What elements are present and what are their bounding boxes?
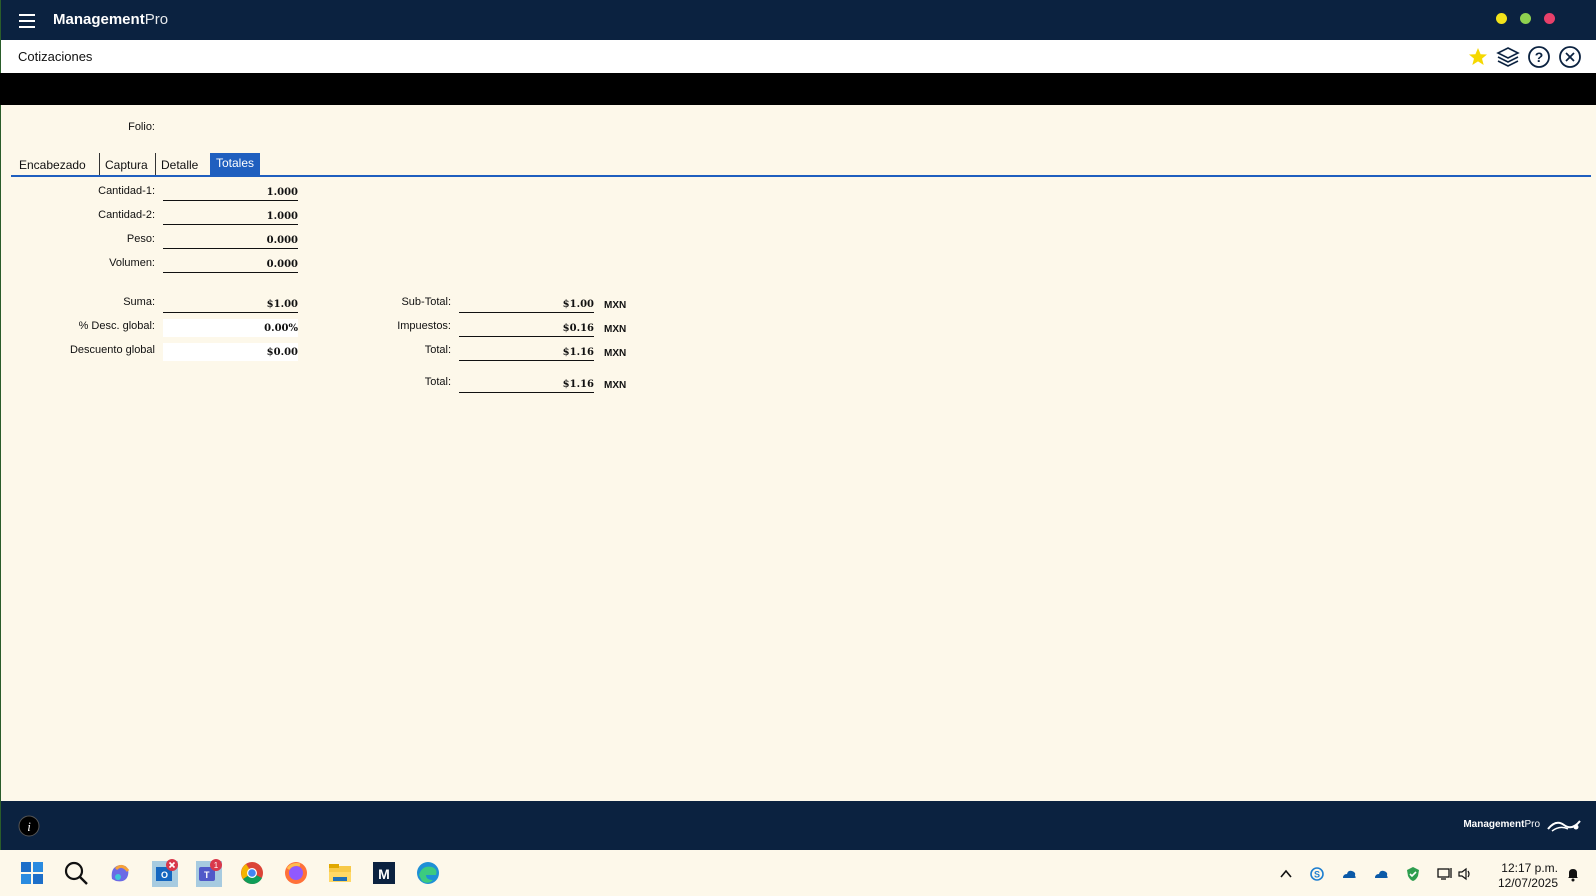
peso-field[interactable]: 0.000 <box>163 231 298 249</box>
security-shield-icon[interactable] <box>1405 866 1421 882</box>
volumen-field[interactable]: 0.000 <box>163 255 298 273</box>
cantidad2-field[interactable]: 1.000 <box>163 207 298 225</box>
tab-captura[interactable]: Captura <box>105 153 156 175</box>
firefox-icon[interactable] <box>282 859 310 887</box>
teams-badge: 1 <box>214 861 219 870</box>
tab-underline <box>11 175 1591 177</box>
impuestos-currency: MXN <box>604 324 627 335</box>
copilot-icon[interactable] <box>106 859 134 887</box>
cantidad1-field[interactable]: 1.000 <box>163 183 298 201</box>
title-bar: ManagementPro <box>0 0 1596 40</box>
total-converted-currency: MXN <box>604 380 627 391</box>
notification-icon[interactable] <box>1565 866 1581 882</box>
onedrive-icon[interactable] <box>1341 866 1357 882</box>
descuento-global-label: Descuento global <box>69 344 155 356</box>
desc-global-pct-input[interactable]: 0.00% <box>163 319 298 337</box>
brand-logo-icon <box>1547 820 1581 832</box>
onedrive-business-icon[interactable] <box>1373 866 1389 882</box>
svg-text:M: M <box>378 866 390 882</box>
total-converted-field[interactable]: $1.16 <box>459 375 594 393</box>
help-icon[interactable]: ? <box>1527 45 1551 69</box>
tab-encabezado[interactable]: Encabezado <box>19 153 100 175</box>
search-icon[interactable] <box>62 859 90 887</box>
minimize-button[interactable] <box>1496 13 1507 24</box>
outlook-icon[interactable]: O <box>150 859 178 887</box>
total-currency: MXN <box>604 348 627 359</box>
svg-text:S: S <box>1314 870 1320 880</box>
close-icon[interactable] <box>1558 45 1582 69</box>
footer-brand: ManagementPro <box>1463 819 1540 830</box>
status-footer: i ManagementPro <box>0 801 1596 850</box>
network-icon[interactable] <box>1437 866 1453 882</box>
subtotal-label: Sub-Total: <box>401 296 451 308</box>
impuestos-field[interactable]: $0.16 <box>459 319 594 337</box>
app-name: ManagementPro <box>53 11 169 28</box>
folio-label: Folio: <box>128 121 155 133</box>
file-explorer-icon[interactable] <box>326 859 354 887</box>
chrome-icon[interactable] <box>238 859 266 887</box>
chevron-up-icon[interactable] <box>1278 866 1294 882</box>
total-label: Total: <box>424 344 451 356</box>
windows-start-icon[interactable] <box>18 859 46 887</box>
cantidad1-label: Cantidad-1: <box>98 185 155 197</box>
impuestos-label: Impuestos: <box>397 320 451 332</box>
svg-text:i: i <box>27 819 31 834</box>
star-icon[interactable] <box>1466 45 1490 69</box>
sync-icon[interactable]: S <box>1309 866 1325 882</box>
volumen-label: Volumen: <box>109 257 155 269</box>
system-clock[interactable]: 12:17 p.m. 12/07/2025 <box>1498 861 1558 891</box>
edge-icon[interactable] <box>414 859 442 887</box>
subtotal-field[interactable]: $1.00 <box>459 295 594 313</box>
form-content: Folio: Encabezado Captura Detalle Totale… <box>0 105 1596 801</box>
layers-icon[interactable] <box>1496 45 1520 69</box>
teams-icon[interactable]: T 1 <box>194 859 222 887</box>
maximize-button[interactable] <box>1520 13 1531 24</box>
info-icon[interactable]: i <box>18 815 40 837</box>
clock-time: 12:17 p.m. <box>1501 861 1558 875</box>
suma-field[interactable]: $1.00 <box>163 295 298 313</box>
peso-label: Peso: <box>126 233 155 245</box>
descuento-global-input[interactable]: $0.00 <box>163 343 298 361</box>
clock-date: 12/07/2025 <box>1497 876 1558 890</box>
volume-icon[interactable] <box>1457 866 1473 882</box>
close-window-button[interactable] <box>1544 13 1555 24</box>
svg-text:T: T <box>204 870 210 880</box>
cantidad2-label: Cantidad-2: <box>98 209 155 221</box>
tab-detalle[interactable]: Detalle <box>161 153 209 175</box>
toolbar-strip <box>0 73 1596 105</box>
total-converted-label: Total: <box>424 376 451 388</box>
tab-totales[interactable]: Totales <box>210 153 261 175</box>
taskbar: O T 1 M S 12:17 p.m. 12/07/2025 <box>0 850 1596 896</box>
total-field[interactable]: $1.16 <box>459 343 594 361</box>
management-pro-icon[interactable]: M <box>370 859 398 887</box>
svg-text:O: O <box>161 870 168 880</box>
desc-global-pct-label: % Desc. global: <box>78 320 155 332</box>
suma-label: Suma: <box>123 296 155 308</box>
svg-text:?: ? <box>1535 49 1544 65</box>
page-header: Cotizaciones ? <box>0 40 1596 73</box>
subtotal-currency: MXN <box>604 300 627 311</box>
menu-icon[interactable] <box>19 14 35 28</box>
page-title: Cotizaciones <box>18 49 93 64</box>
